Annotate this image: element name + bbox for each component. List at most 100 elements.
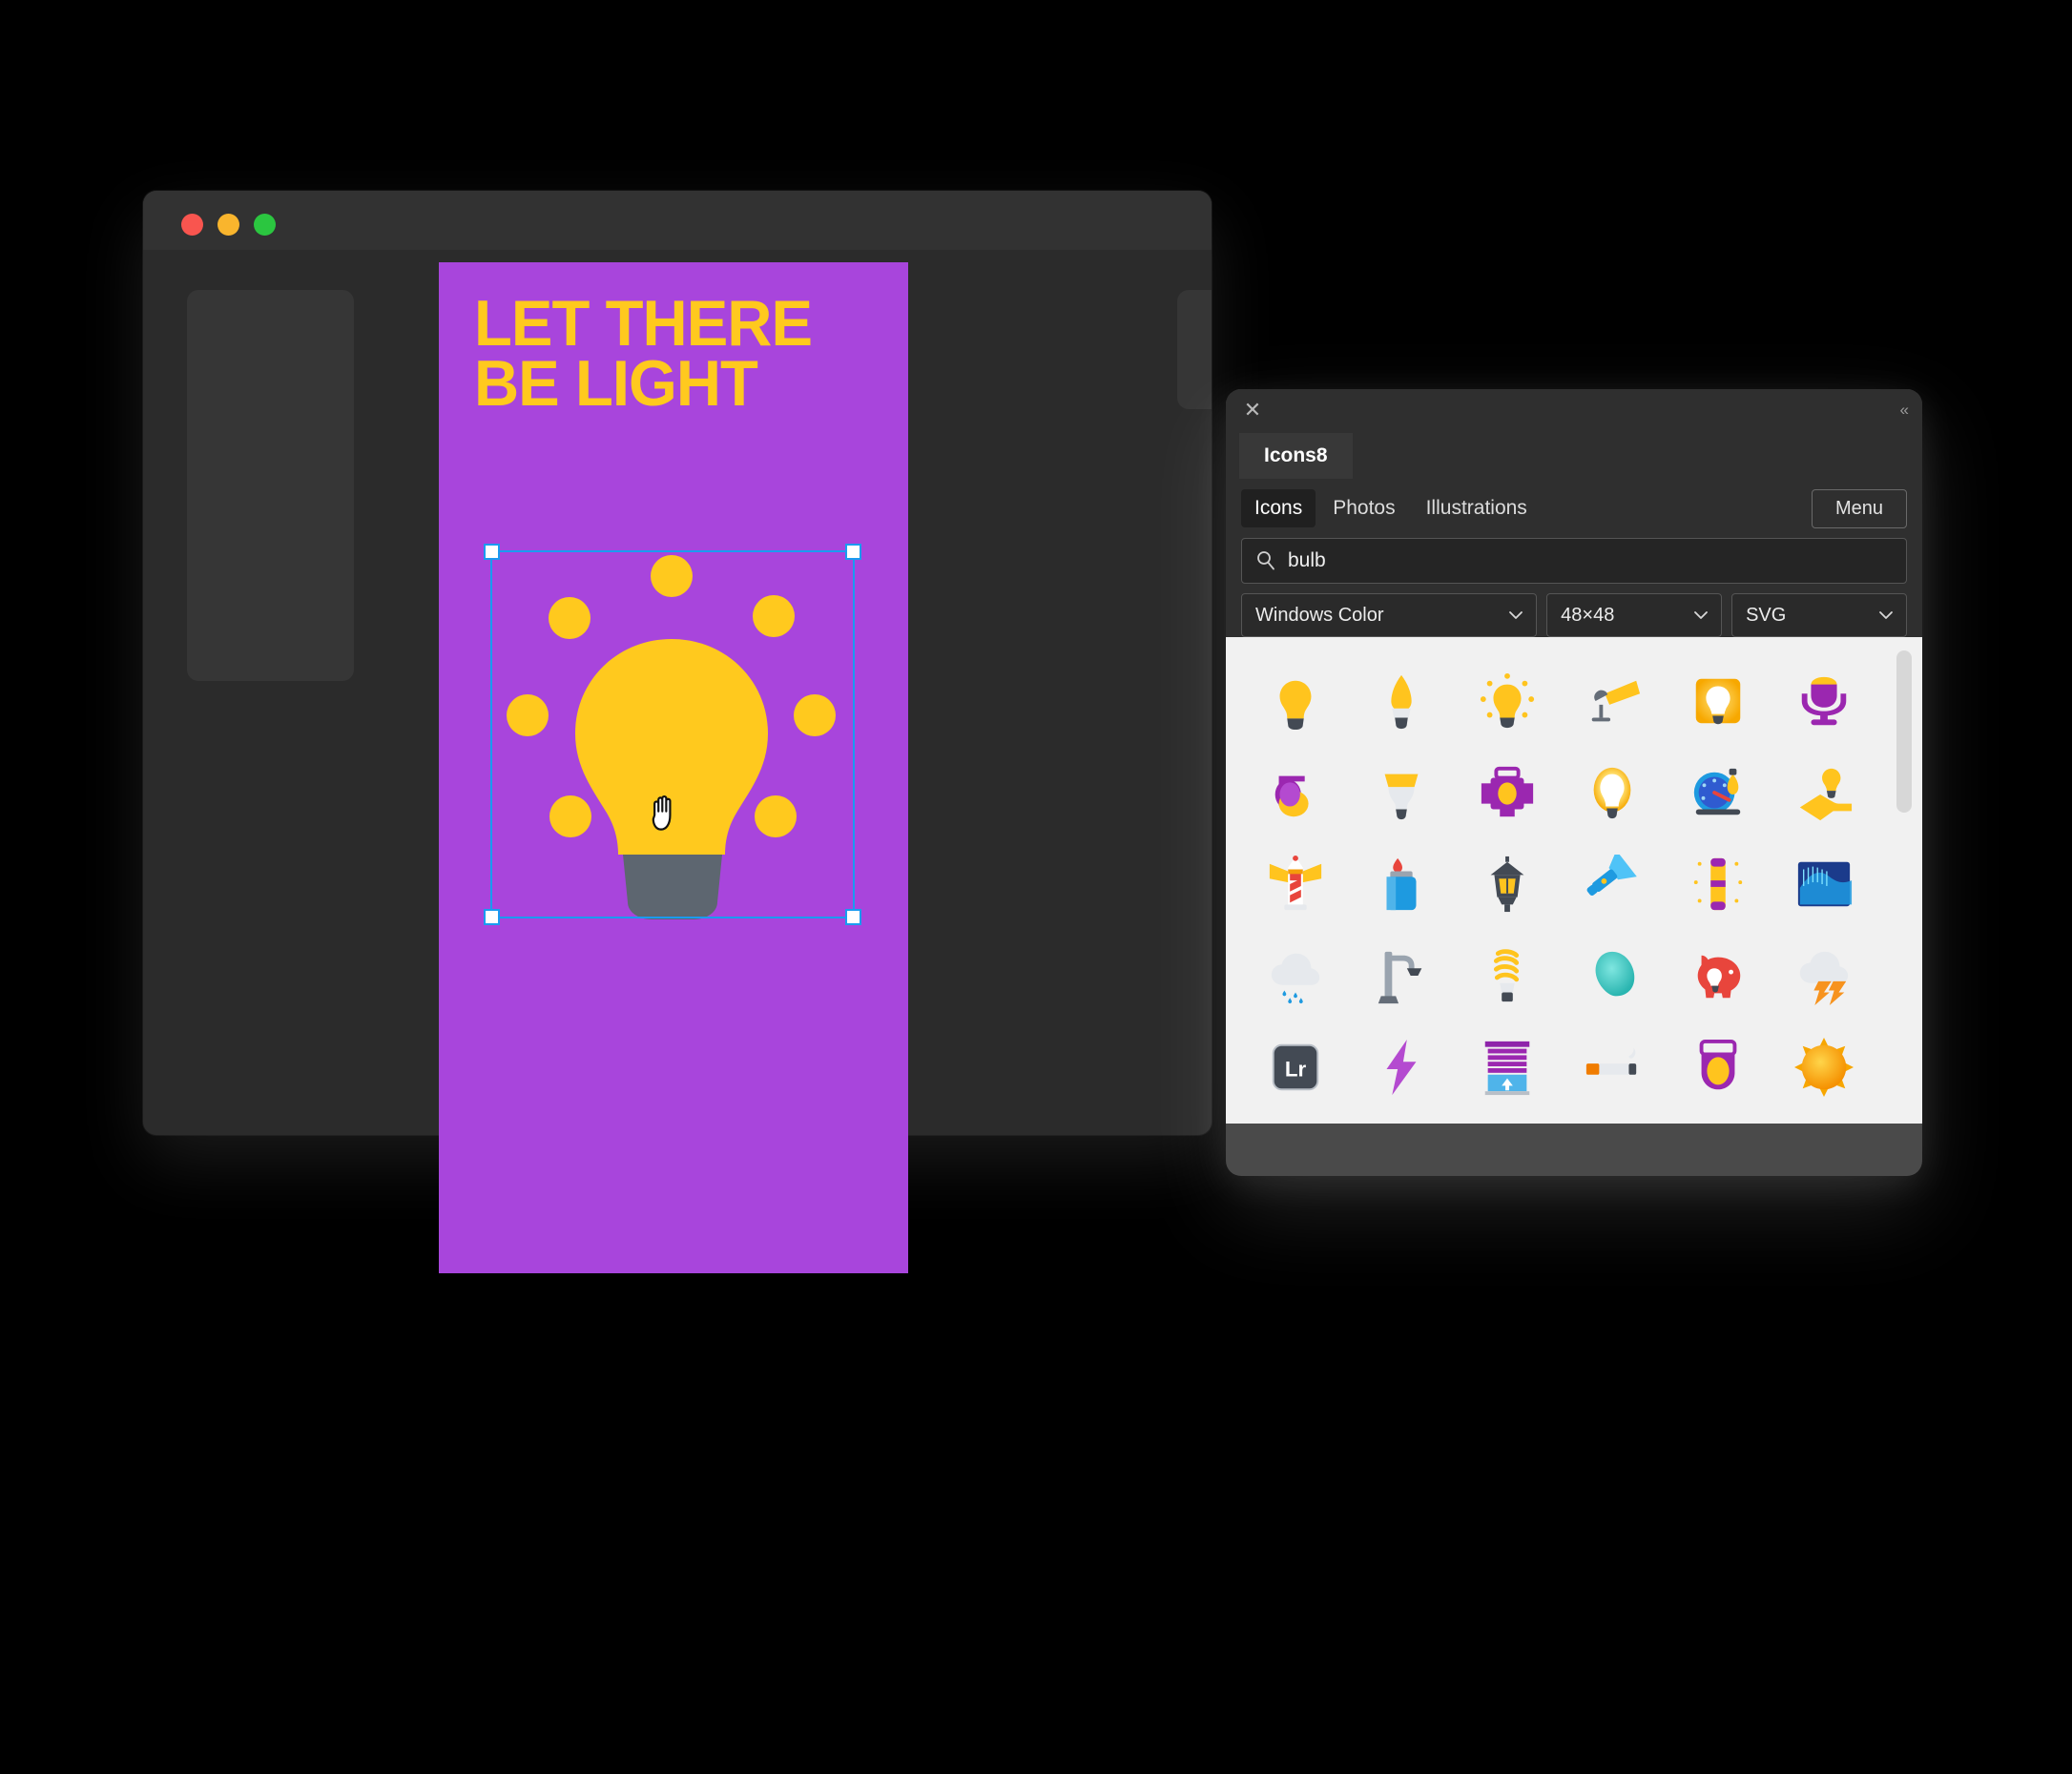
search-row: bulb [1226,538,1922,593]
icon-cell-lava-lamp[interactable] [1243,1120,1349,1124]
size-select-value: 48×48 [1561,604,1615,626]
chevron-down-icon [1694,611,1708,619]
northern-lights-icon [1797,861,1852,907]
tab-icons[interactable]: Icons [1241,489,1316,527]
icon-cell-purple-lamp[interactable] [1771,662,1876,740]
icon-cell-scanner-light[interactable] [1771,1120,1876,1124]
left-tools-panel-placeholder[interactable] [187,290,354,681]
close-window-button[interactable] [181,214,203,236]
fluorescent-bulb-icon [1493,949,1519,1002]
icon-cell-flashlight[interactable] [1560,845,1666,923]
selection-handle-top-left[interactable] [484,544,500,560]
lighter-icon [1386,857,1417,911]
selection-bounding-box[interactable] [484,544,861,925]
icon-cell-idea-in-hand[interactable] [1771,753,1876,832]
studio-flash-icon [1481,766,1533,817]
icon-cell-studio-flash[interactable] [1454,753,1560,832]
icon-cell-idea-bulb[interactable] [1454,662,1560,740]
icon-cell-rain-cloud[interactable] [1243,937,1349,1015]
icon-cell-cigarette[interactable] [1560,1028,1666,1106]
icon-cell-street-lamp[interactable] [1349,937,1455,1015]
icon-cell-lightning-bolt[interactable] [1349,1028,1455,1106]
size-select[interactable]: 48×48 [1546,593,1723,637]
headline-text[interactable]: LET THERE BE LIGHT [474,291,868,416]
purple-lamp-icon [1801,676,1846,726]
candle-bulb-icon [1391,674,1412,730]
minimize-window-button[interactable] [218,214,239,236]
icon-cell-telescope[interactable] [1666,1120,1772,1124]
icon-cell-prism[interactable] [1560,1120,1666,1124]
selection-handle-top-right[interactable] [845,544,861,560]
search-icon [1257,551,1274,570]
search-input[interactable]: bulb [1241,538,1907,584]
cigarette-icon [1586,1047,1637,1075]
vertical-scrollbar-thumb[interactable] [1896,650,1912,813]
icon-cell-lightroom[interactable]: Lr [1243,1028,1349,1106]
icon-cell-lighthouse[interactable] [1243,845,1349,923]
icon-cell-reflector-bulb[interactable] [1349,753,1455,832]
menu-button[interactable]: Menu [1811,489,1907,528]
tab-icons8[interactable]: Icons8 [1239,433,1353,479]
street-lantern-icon [1490,856,1524,913]
icon-cell-blinds-up[interactable] [1454,1028,1560,1106]
reflector-bulb-icon [1384,774,1419,820]
teal-lamp-shade-icon [1595,951,1635,997]
icon-cell-northern-lights[interactable] [1771,845,1876,923]
selection-handle-bottom-right[interactable] [845,909,861,925]
plugin-topbar: ✕ « [1226,389,1922,433]
icon-cell-sun[interactable] [1771,1028,1876,1106]
zoom-window-button[interactable] [254,214,276,236]
plugin-tabstrip: Icons8 [1226,433,1922,479]
piggy-idea-icon [1697,955,1741,999]
icon-cell-light-bulb[interactable] [1243,662,1349,740]
icon-cell-fluorescent-bulb[interactable] [1454,937,1560,1015]
icon-cell-glowing-bulb[interactable] [1560,753,1666,832]
selection-handle-bottom-left[interactable] [484,909,500,925]
street-lamp-icon [1378,951,1422,1004]
icon-cell-glow-stick[interactable] [1666,845,1772,923]
format-select[interactable]: SVG [1731,593,1907,637]
sun-icon [1793,1038,1854,1097]
app-titlebar [143,191,1212,250]
icon-cell-thunderstorm[interactable] [1771,937,1876,1015]
plugin-toolbar: Icons Photos Illustrations Menu [1226,479,1922,538]
spotlight-icon [1592,680,1641,722]
thunderstorm-icon [1799,951,1848,1005]
stage-light-icon [1275,775,1309,817]
svg-text:Lr: Lr [1285,1058,1307,1082]
idea-in-hand-icon [1799,768,1852,821]
fresnel-light-icon [1699,1039,1737,1090]
icon-cell-wall-light[interactable] [1666,662,1772,740]
blinds-up-icon [1484,1041,1529,1096]
glow-stick-icon [1693,857,1743,911]
format-select-value: SVG [1746,604,1787,626]
style-select[interactable]: Windows Color [1241,593,1538,637]
icon-cell-stage-light[interactable] [1243,753,1349,832]
close-icon[interactable]: ✕ [1241,400,1264,423]
tab-illustrations[interactable]: Illustrations [1413,489,1541,527]
icon-results-grid[interactable]: Lr [1226,637,1922,1124]
collapse-panel-icon[interactable]: « [1900,401,1910,420]
style-select-value: Windows Color [1255,604,1384,626]
hand-cursor-icon [652,794,672,831]
icon-cell-brightness-settings[interactable] [1349,1120,1455,1124]
icon-cell-light-meter[interactable] [1666,753,1772,832]
icon-cell-blue-bulb[interactable] [1454,1120,1560,1124]
rain-cloud-icon [1272,953,1320,1004]
light-bulb-icon [1279,680,1312,731]
right-properties-placeholder[interactable] [1177,290,1212,409]
icon-cell-candle-bulb[interactable] [1349,662,1455,740]
icon-cell-street-lantern[interactable] [1454,845,1560,923]
screenshot-root: LET THERE BE LIGHT ✕ « Icons8 Icons Phot… [0,0,2072,1774]
glowing-bulb-icon [1593,767,1631,819]
vertical-scrollbar[interactable] [1894,637,1915,1124]
chevron-down-icon [1509,611,1523,619]
icon-cell-teal-lamp-shade[interactable] [1560,937,1666,1015]
lightroom-icon: Lr [1273,1043,1319,1091]
icon-cell-fresnel-light[interactable] [1666,1028,1772,1106]
icon-cell-spotlight[interactable] [1560,662,1666,740]
icon-cell-lighter[interactable] [1349,845,1455,923]
icon-cell-piggy-idea[interactable] [1666,937,1772,1015]
tab-photos[interactable]: Photos [1319,489,1408,527]
search-input-value: bulb [1288,549,1326,571]
